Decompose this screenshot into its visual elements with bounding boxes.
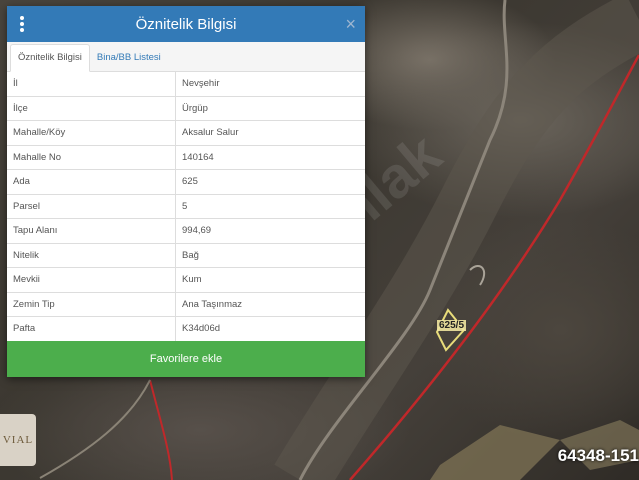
- table-row: Mahalle/Köy Aksalur Salur: [7, 120, 365, 146]
- row-value: Bağ: [175, 243, 365, 268]
- add-to-favorites-button[interactable]: Favorilere ekle: [7, 341, 365, 377]
- row-value: Ana Taşınmaz: [175, 292, 365, 317]
- panel-header: Öznitelik Bilgisi ×: [7, 6, 365, 42]
- logo-text: VIAL: [2, 434, 34, 446]
- parcel-label: 625/5: [437, 320, 467, 331]
- table-row: Zemin Tip Ana Taşınmaz: [7, 292, 365, 317]
- tab-bar: Öznitelik Bilgisi Bina/BB Listesi: [7, 42, 365, 72]
- close-icon[interactable]: ×: [345, 13, 356, 35]
- table-row: Nitelik Bağ: [7, 243, 365, 268]
- kebab-menu-icon[interactable]: [19, 16, 25, 32]
- row-value: K34d06d: [175, 316, 365, 342]
- row-key: Ada: [7, 169, 176, 195]
- row-key: Mahalle/Köy: [7, 120, 176, 146]
- table-row: Mevkii Kum: [7, 267, 365, 293]
- table-row: İl Nevşehir: [7, 72, 365, 97]
- row-value: 5: [175, 194, 365, 219]
- field-patch: [430, 425, 560, 480]
- brand-logo: VIAL: [0, 414, 36, 466]
- table-row: İlçe Ürgüp: [7, 96, 365, 121]
- table-row: Parsel 5: [7, 194, 365, 219]
- table-row: Ada 625: [7, 169, 365, 195]
- row-value: 994,69: [175, 218, 365, 244]
- row-value: Nevşehir: [175, 72, 365, 97]
- listing-code: 64348-151: [557, 446, 639, 465]
- attribute-table: İl Nevşehir İlçe Ürgüp Mahalle/Köy Aksalur …: [7, 72, 365, 342]
- attribute-panel: Öznitelik Bilgisi × Öznitelik Bilgisi Bi…: [7, 6, 365, 377]
- row-key: Tapu Alanı: [7, 218, 176, 244]
- row-value: 625: [175, 169, 365, 195]
- row-key: Zemin Tip: [7, 292, 176, 317]
- table-row: Mahalle No 140164: [7, 145, 365, 170]
- row-key: Pafta: [7, 316, 176, 342]
- road-branch: [469, 265, 486, 286]
- row-value: 140164: [175, 145, 365, 170]
- table-row: Tapu Alanı 994,69: [7, 218, 365, 244]
- road-secondary: [39, 379, 151, 479]
- row-key: Parsel: [7, 194, 176, 219]
- row-key: Mevkii: [7, 267, 176, 293]
- table-row: Pafta K34d06d: [7, 316, 365, 342]
- tab-building-list[interactable]: Bina/BB Listesi: [90, 45, 168, 71]
- row-key: İl: [7, 72, 176, 97]
- row-key: Mahalle No: [7, 145, 176, 170]
- row-value: Ürgüp: [175, 96, 365, 121]
- boundary-line-secondary: [149, 379, 173, 480]
- tab-attribute-info[interactable]: Öznitelik Bilgisi: [10, 44, 90, 72]
- row-value: Kum: [175, 267, 365, 293]
- row-key: İlçe: [7, 96, 176, 121]
- row-value: Aksalur Salur: [175, 120, 365, 146]
- panel-title: Öznitelik Bilgisi: [135, 15, 237, 33]
- row-key: Nitelik: [7, 243, 176, 268]
